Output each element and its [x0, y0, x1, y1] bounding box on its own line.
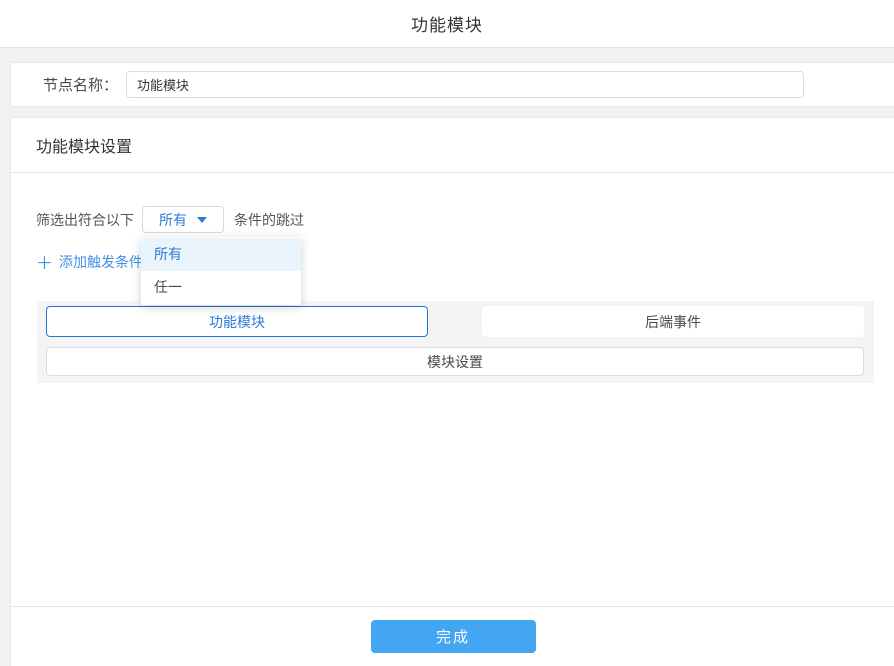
chevron-down-icon: [197, 217, 207, 223]
module-tabs-panel: 功能模块 后端事件 模块设置: [37, 301, 874, 383]
filter-condition-row: 筛选出符合以下 所有 条件的跳过: [36, 206, 894, 233]
dropdown-option-any[interactable]: 任一: [141, 271, 301, 304]
filter-suffix-text: 条件的跳过: [234, 210, 304, 230]
node-name-card: 节点名称：: [10, 62, 894, 107]
filter-prefix-text: 筛选出符合以下: [36, 210, 134, 230]
dropdown-option-all[interactable]: 所有: [141, 238, 301, 271]
condition-mode-value: 所有: [159, 210, 187, 230]
page-title: 功能模块: [411, 11, 483, 36]
dialog-footer: 完成: [11, 606, 894, 666]
node-name-label: 节点名称：: [43, 74, 118, 95]
settings-section-title: 功能模块设置: [36, 133, 132, 157]
tabs-row: 功能模块 后端事件: [46, 306, 864, 337]
plus-icon: ＋: [36, 249, 53, 274]
done-button[interactable]: 完成: [371, 620, 536, 653]
settings-card: 功能模块设置 筛选出符合以下 所有 条件的跳过 ＋ 添加触发条件 所有 任一 功…: [10, 117, 894, 666]
condition-mode-select[interactable]: 所有: [142, 206, 224, 233]
tab-function-module[interactable]: 功能模块: [46, 306, 428, 337]
tab-backend-event[interactable]: 后端事件: [482, 306, 864, 337]
add-trigger-condition-link[interactable]: ＋ 添加触发条件: [36, 249, 143, 274]
condition-mode-dropdown: 所有 任一: [141, 237, 301, 305]
settings-section-header: 功能模块设置: [11, 118, 894, 173]
module-settings-bar[interactable]: 模块设置: [46, 347, 864, 376]
add-trigger-condition-label: 添加触发条件: [59, 252, 143, 272]
dialog-titlebar: 功能模块: [0, 0, 894, 48]
node-name-input[interactable]: [126, 71, 804, 98]
